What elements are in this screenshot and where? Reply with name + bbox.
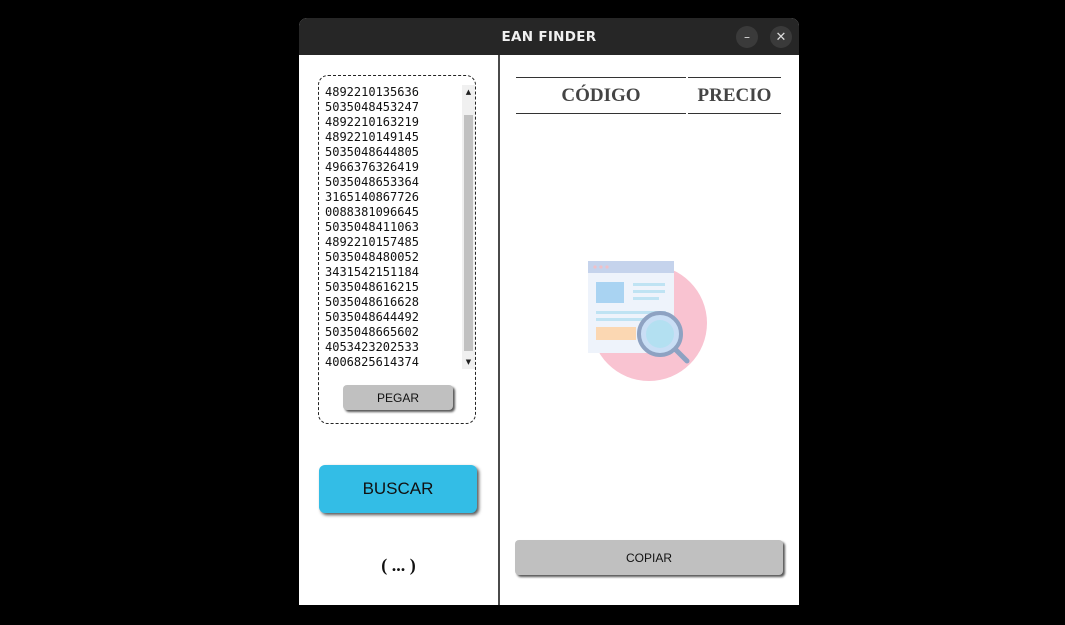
code-line: 3165140867726 bbox=[325, 190, 419, 204]
code-input-scrollbar[interactable]: ▲ ▼ bbox=[462, 85, 475, 369]
copy-button[interactable]: COPIAR bbox=[515, 540, 783, 575]
column-header-codigo: CÓDIGO bbox=[516, 77, 686, 114]
scroll-down-arrow-icon[interactable]: ▼ bbox=[462, 355, 475, 369]
code-line: 5035048616628 bbox=[325, 295, 419, 309]
results-panel: CÓDIGO PRECIO COPIAR bbox=[500, 55, 799, 605]
results-table-header: CÓDIGO PRECIO bbox=[516, 77, 782, 114]
search-document-icon bbox=[586, 255, 712, 385]
title-bar[interactable]: EAN FINDER – ✕ bbox=[299, 18, 799, 55]
window-title: EAN FINDER bbox=[501, 28, 597, 45]
paste-button[interactable]: PEGAR bbox=[343, 385, 453, 410]
code-input-textarea[interactable]: 4892210135636 5035048453247 4892210163219 4… bbox=[325, 85, 461, 367]
minimize-button[interactable]: – bbox=[736, 26, 758, 48]
code-line: 5035048411063 bbox=[325, 220, 419, 234]
code-line: 5035048644492 bbox=[325, 310, 419, 324]
input-panel: 4892210135636 5035048453247 4892210163219 4… bbox=[299, 55, 498, 605]
code-line: 3431542151184 bbox=[325, 265, 419, 279]
code-line: 0088381096645 bbox=[325, 205, 419, 219]
code-line: 5035048480052 bbox=[325, 250, 419, 264]
code-line: 4892210157485 bbox=[325, 235, 419, 249]
code-input-box: 4892210135636 5035048453247 4892210163219 4… bbox=[318, 75, 476, 424]
scroll-thumb[interactable] bbox=[464, 115, 473, 351]
status-text: ( ... ) bbox=[381, 555, 416, 575]
code-line: 4053423202533 bbox=[325, 340, 419, 354]
code-line: 4892210163219 bbox=[325, 115, 419, 129]
column-header-precio: PRECIO bbox=[688, 77, 781, 114]
search-button[interactable]: BUSCAR bbox=[319, 465, 477, 513]
scroll-up-arrow-icon[interactable]: ▲ bbox=[462, 85, 475, 99]
code-line: 5035048653364 bbox=[325, 175, 419, 189]
code-line: 5035048616215 bbox=[325, 280, 419, 294]
code-line: 5035048644805 bbox=[325, 145, 419, 159]
code-line: 5035048665602 bbox=[325, 325, 419, 339]
code-line: 4892210149145 bbox=[325, 130, 419, 144]
app-window: EAN FINDER – ✕ 4892210135636 503504845324… bbox=[299, 18, 799, 605]
code-line: 4966376326419 bbox=[325, 160, 419, 174]
code-line: 5035048453247 bbox=[325, 100, 419, 114]
close-button[interactable]: ✕ bbox=[770, 26, 792, 48]
code-line: 4006825614374 bbox=[325, 355, 419, 367]
code-line: 4892210135636 bbox=[325, 85, 419, 99]
